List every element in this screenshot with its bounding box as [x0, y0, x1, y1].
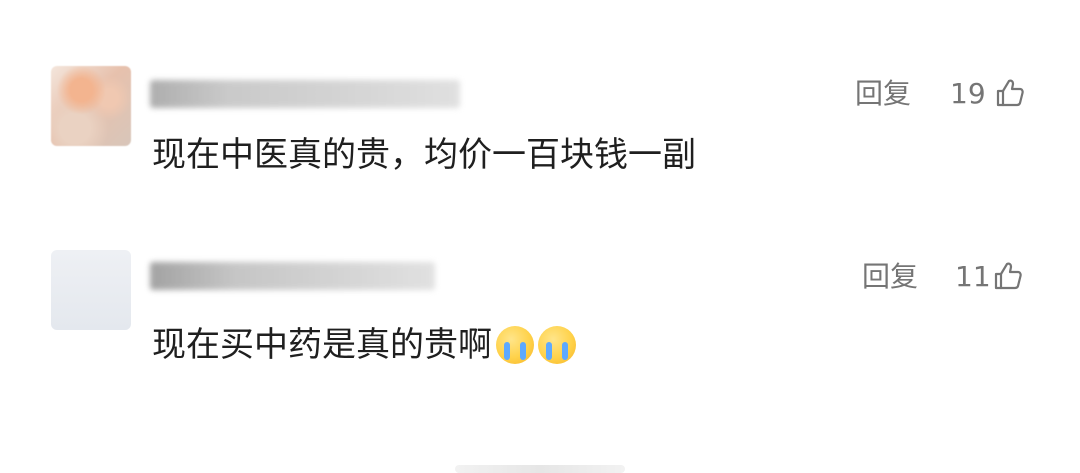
- thumbs-up-icon[interactable]: [992, 260, 1024, 292]
- reply-button[interactable]: 回复: [862, 260, 918, 294]
- username-blurred[interactable]: [150, 80, 460, 108]
- avatar[interactable]: [51, 250, 131, 330]
- comment-text: 现在买中药是真的贵啊: [152, 325, 576, 366]
- loudly-crying-emoji: [496, 325, 534, 364]
- like-count: 19: [950, 77, 986, 110]
- username-blurred[interactable]: [150, 262, 435, 290]
- comment-item: 现在买中药是真的贵啊 回复 11: [0, 210, 1080, 410]
- comment-text: 现在中医真的贵，均价一百块钱一副: [152, 135, 696, 175]
- comment-item: 现在中医真的贵，均价一百块钱一副 回复 19: [0, 0, 1080, 210]
- scroll-hint: [455, 465, 625, 473]
- comment-list: 现在中医真的贵，均价一百块钱一副 回复 19 现在买中药是真的贵啊 回复 11: [0, 0, 1080, 473]
- like-count: 11: [955, 260, 991, 293]
- avatar[interactable]: [51, 66, 131, 146]
- comment-text-content: 现在买中药是真的贵啊: [152, 325, 492, 365]
- thumbs-up-icon[interactable]: [994, 77, 1026, 109]
- reply-button[interactable]: 回复: [855, 77, 911, 111]
- loudly-crying-emoji: [538, 325, 576, 364]
